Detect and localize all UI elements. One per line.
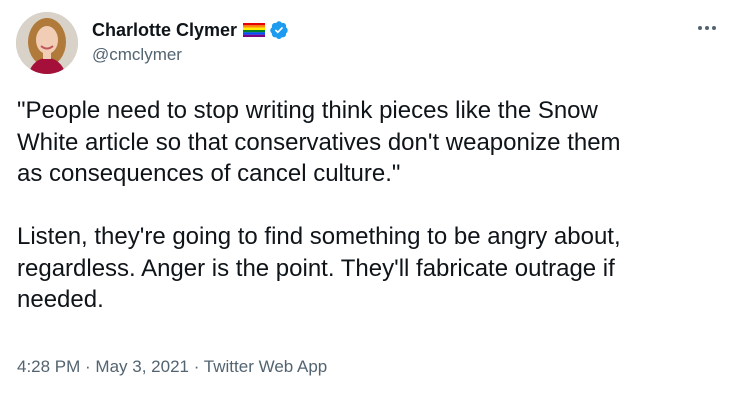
more-options-icon[interactable]: [696, 18, 718, 38]
tweet-card: Charlotte Clymer @cmclymer "People need …: [0, 0, 736, 400]
tweet-date[interactable]: May 3, 2021: [95, 357, 189, 376]
author-name-row[interactable]: Charlotte Clymer: [92, 18, 289, 42]
tweet-time[interactable]: 4:28 PM: [17, 357, 80, 376]
tweet-paragraph: Listen, they're going to find something …: [17, 223, 621, 313]
display-name[interactable]: Charlotte Clymer: [92, 20, 237, 41]
avatar[interactable]: [16, 12, 78, 74]
author-handle[interactable]: @cmclymer: [92, 45, 182, 65]
rainbow-flag-icon: [243, 23, 266, 37]
meta-separator: ·: [80, 357, 96, 376]
meta-separator: ·: [188, 357, 204, 376]
tweet-paragraph: "People need to stop writing think piece…: [17, 97, 621, 187]
tweet-metadata: 4:28 PM · May 3, 2021 · Twitter Web App: [17, 357, 327, 377]
tweet-source[interactable]: Twitter Web App: [204, 357, 327, 376]
verified-icon: [269, 20, 289, 40]
tweet-text: "People need to stop writing think piece…: [17, 95, 723, 316]
